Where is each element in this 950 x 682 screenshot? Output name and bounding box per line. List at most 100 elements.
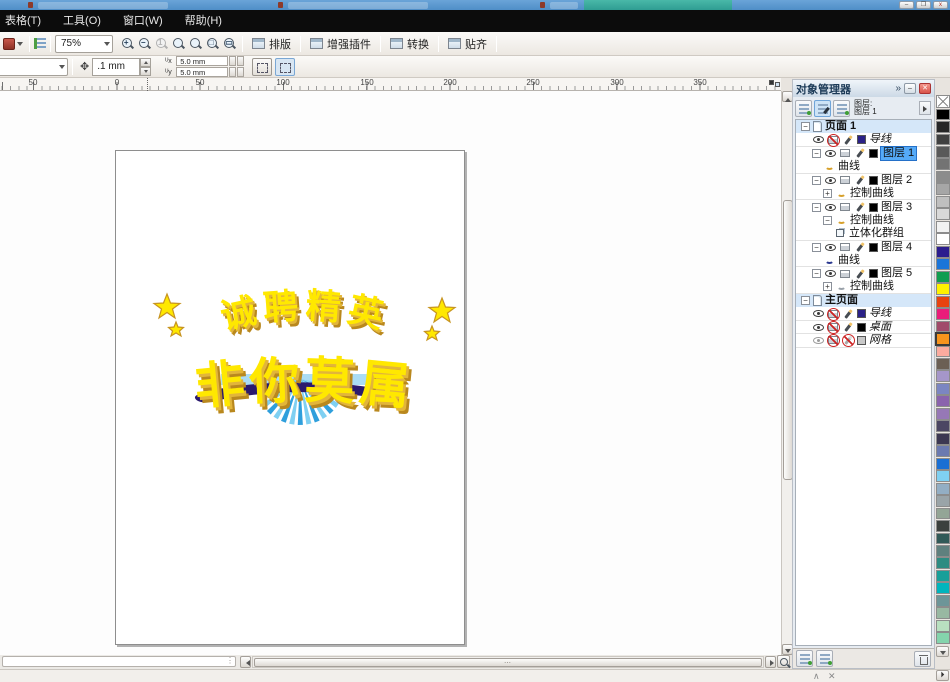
pan-zoom-button[interactable]: [777, 655, 790, 668]
layer-tree-row[interactable]: −页面 1: [796, 120, 931, 133]
document-tab[interactable]: [288, 2, 428, 9]
page-boundary[interactable]: 诚聘精英 诚聘精英 诚聘精英 非你莫属 非你莫属 非你莫属: [115, 150, 465, 645]
color-swatch[interactable]: [936, 109, 950, 121]
color-swatch[interactable]: [936, 395, 950, 407]
color-swatch[interactable]: [936, 607, 950, 619]
v-scroll-thumb[interactable]: [783, 200, 793, 480]
palette-expand-button[interactable]: ⏵: [936, 670, 949, 681]
curvegold-icon[interactable]: [835, 214, 847, 226]
eye-icon[interactable]: [824, 174, 836, 186]
artwork-3d-text[interactable]: 诚聘精英 诚聘精英 诚聘精英 非你莫属 非你莫属 非你莫属: [149, 282, 461, 430]
nopencil-icon[interactable]: [842, 334, 854, 346]
nudge-input[interactable]: .1 mm: [92, 58, 140, 76]
pencil-icon[interactable]: [854, 147, 866, 159]
scroll-left-button[interactable]: [240, 656, 251, 668]
zoom-page-icon[interactable]: □: [206, 37, 219, 50]
layer-tree-row[interactable]: 导线: [796, 133, 931, 146]
eyegray-icon[interactable]: [812, 334, 824, 346]
curvenavy-icon[interactable]: [823, 254, 835, 266]
expand-icon[interactable]: +: [823, 189, 832, 198]
color-swatch[interactable]: [936, 158, 950, 170]
layer-tree-row[interactable]: +控制曲线: [796, 281, 931, 294]
color-swatch[interactable]: [936, 271, 950, 283]
color-swatch[interactable]: [936, 346, 950, 358]
curvegold-icon[interactable]: [835, 187, 847, 199]
color-swatch[interactable]: [936, 582, 950, 594]
menu-item[interactable]: 帮助(H): [174, 10, 233, 32]
docker-flyout-button[interactable]: [919, 101, 931, 115]
h-scroll-thumb[interactable]: ⋯: [254, 658, 762, 668]
layer-tree-row[interactable]: −图层 2: [796, 174, 931, 187]
print-icon[interactable]: [839, 147, 851, 159]
treat-as-filled-button[interactable]: [252, 58, 272, 76]
eye-icon[interactable]: [824, 241, 836, 253]
toolbar-button-4[interactable]: 贴齐: [443, 34, 492, 54]
layer-tree-row[interactable]: 导线: [796, 307, 931, 320]
maximize-button[interactable]: ❐: [916, 1, 931, 9]
duplicate-x-input[interactable]: 5.0 mm: [176, 56, 228, 66]
palette-scroll-down-button[interactable]: [936, 646, 949, 657]
layer-tree-row[interactable]: +控制曲线: [796, 187, 931, 200]
toolbar-button-3[interactable]: 转换: [385, 34, 434, 54]
layer-color-swatch[interactable]: [869, 269, 878, 278]
color-swatch[interactable]: [936, 196, 950, 208]
print-icon[interactable]: [839, 241, 851, 253]
expand-icon[interactable]: +: [823, 282, 832, 291]
pencil-icon[interactable]: [842, 321, 854, 333]
color-swatch[interactable]: [936, 557, 950, 569]
menu-item[interactable]: 表格(T): [0, 10, 52, 32]
toolbar-button-1[interactable]: 排版: [247, 34, 296, 54]
style-combo[interactable]: [0, 58, 68, 76]
layer-manager-view-button[interactable]: [833, 100, 850, 117]
collapse-icon[interactable]: −: [823, 216, 832, 225]
layer-tree-row[interactable]: −图层 3: [796, 200, 931, 213]
color-swatch[interactable]: [936, 632, 950, 644]
horizontal-scrollbar[interactable]: ⋯: [252, 656, 764, 668]
collapse-icon[interactable]: −: [812, 203, 821, 212]
noprint-icon[interactable]: [827, 321, 839, 333]
layer-tree-row[interactable]: 曲线: [796, 160, 931, 173]
active-document-tab[interactable]: [584, 0, 732, 10]
layer-color-swatch[interactable]: [857, 323, 866, 332]
color-swatch[interactable]: [936, 408, 950, 420]
vertical-scrollbar[interactable]: [781, 91, 792, 655]
layer-tree-row[interactable]: −图层 4: [796, 241, 931, 254]
zoom-out-icon[interactable]: −: [138, 37, 151, 50]
horizontal-ruler[interactable]: 50050100150200250300350: [0, 78, 781, 91]
layer-color-swatch[interactable]: [857, 336, 866, 345]
new-layer-button[interactable]: [796, 650, 813, 667]
docker-collapse-chevron[interactable]: »: [895, 83, 901, 94]
menu-item[interactable]: 窗口(W): [112, 10, 174, 32]
layer-color-swatch[interactable]: [869, 243, 878, 252]
options-list-icon[interactable]: [34, 38, 46, 49]
color-swatch[interactable]: [936, 495, 950, 507]
eye-icon[interactable]: [812, 134, 824, 146]
layer-tree-row[interactable]: 立体化群组: [796, 227, 931, 240]
color-swatch[interactable]: [936, 246, 950, 258]
edit-across-layers-button[interactable]: [814, 100, 831, 117]
eye-icon[interactable]: [824, 147, 836, 159]
zoom-level-combo[interactable]: 75%: [55, 35, 113, 53]
cube-icon[interactable]: [834, 227, 846, 239]
eye-icon[interactable]: [824, 201, 836, 213]
collapse-icon[interactable]: −: [812, 149, 821, 158]
color-swatch[interactable]: [936, 483, 950, 495]
toolbar-overflow-icon[interactable]: [769, 80, 781, 89]
color-swatch[interactable]: [936, 445, 950, 457]
color-swatch[interactable]: [936, 221, 950, 233]
noprint-icon[interactable]: [827, 134, 839, 146]
collapse-icon[interactable]: −: [801, 122, 810, 131]
document-tab[interactable]: [550, 2, 578, 9]
dropdown-caret-icon[interactable]: [17, 42, 23, 49]
color-swatch[interactable]: [936, 433, 950, 445]
print-icon[interactable]: [839, 201, 851, 213]
eye-icon[interactable]: [824, 268, 836, 280]
menu-item[interactable]: 工具(O): [52, 10, 112, 32]
color-swatch[interactable]: [936, 208, 950, 220]
layer-tree-row[interactable]: 曲线: [796, 254, 931, 267]
show-object-properties-button[interactable]: [795, 100, 812, 117]
color-swatch[interactable]: [936, 595, 950, 607]
zoom-width-icon[interactable]: ▭: [223, 37, 236, 50]
document-navigator[interactable]: [2, 656, 236, 667]
print-icon[interactable]: [839, 268, 851, 280]
